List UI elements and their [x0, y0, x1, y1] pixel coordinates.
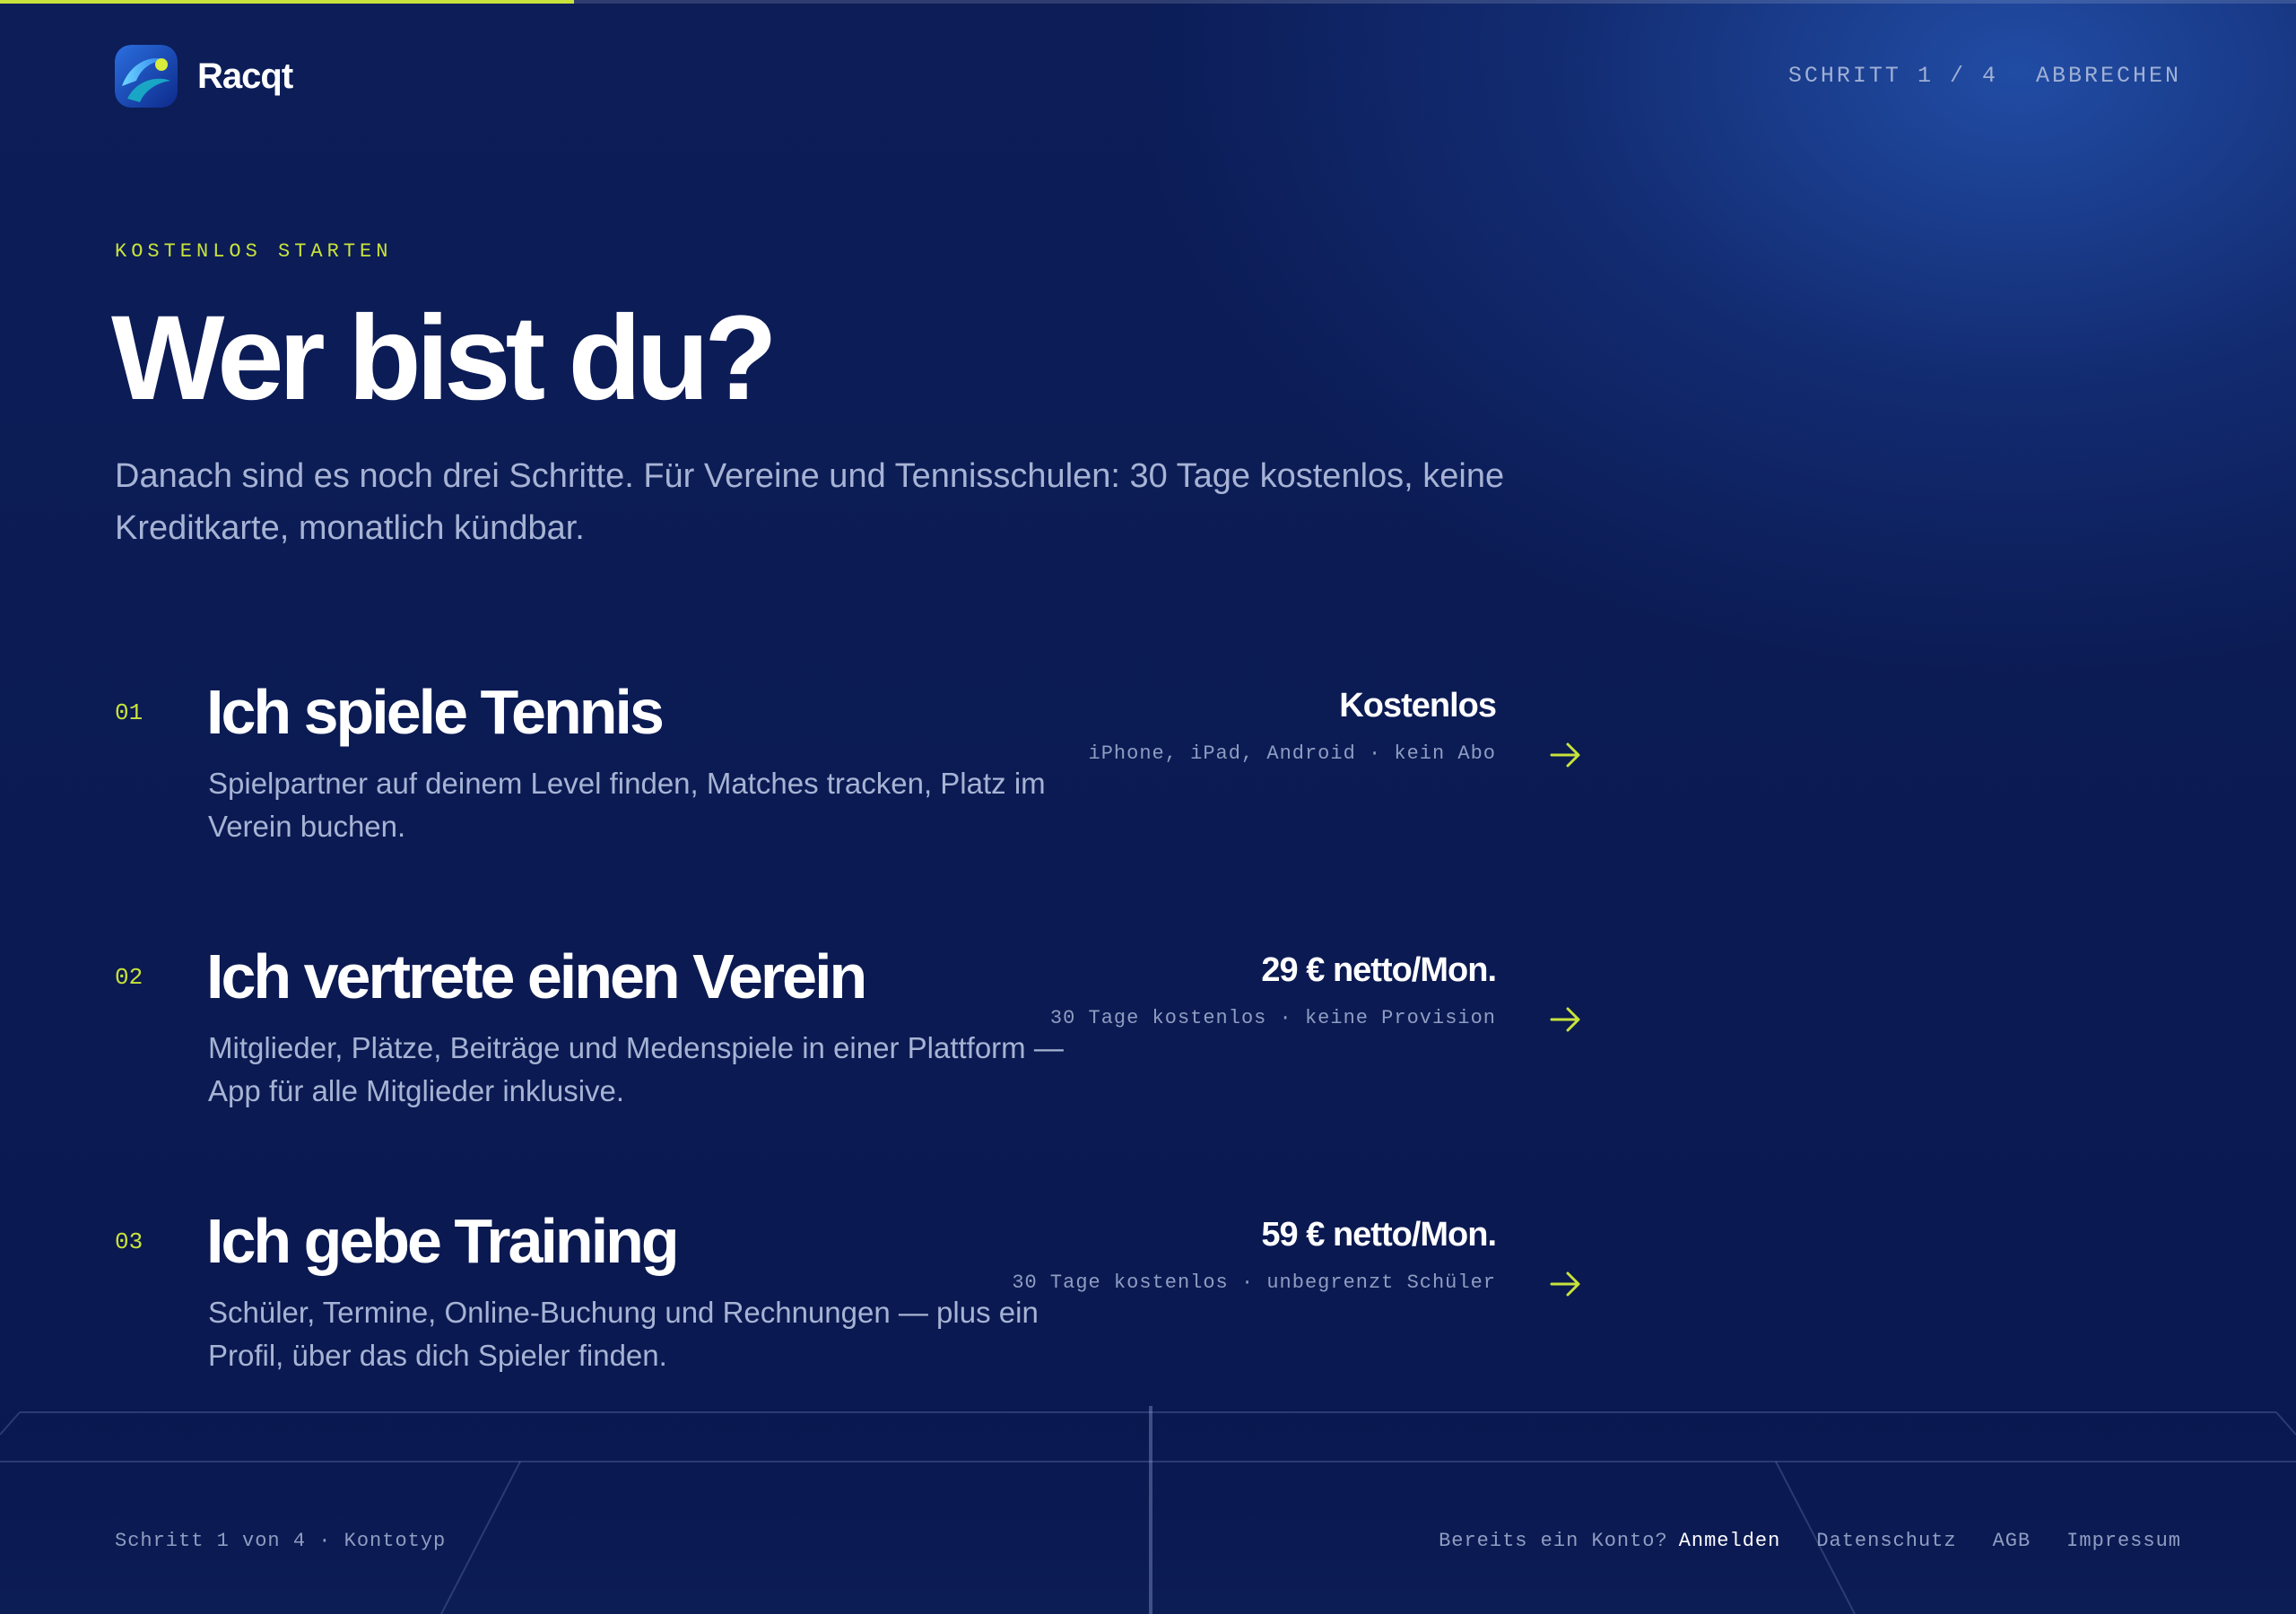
terms-link[interactable]: AGB	[1993, 1530, 2031, 1552]
step-indicator: SCHRITT 1 / 4	[1787, 63, 1998, 89]
option-club[interactable]: 02 Ich vertrete einen Verein Mitglieder,…	[0, 937, 1614, 1152]
arrow-right-icon[interactable]	[1548, 741, 1584, 769]
cancel-button[interactable]: ABBRECHEN	[2036, 63, 2181, 89]
option-player[interactable]: 01 Ich spiele Tennis Spielpartner auf de…	[0, 672, 1614, 888]
option-coach[interactable]: 03 Ich gebe Training Schüler, Termine, O…	[0, 1202, 1614, 1417]
account-question: Bereits ein Konto?	[1439, 1530, 1668, 1552]
option-description: Mitglieder, Plätze, Beiträge und Medensp…	[208, 1031, 1064, 1107]
onboarding-page: Racqt SCHRITT 1 / 4 ABBRECHEN KOSTENLOS …	[0, 0, 2296, 1614]
footer-step-status: Schritt 1 von 4 · Kontotyp	[115, 1530, 447, 1552]
option-description: Spielpartner auf deinem Level finden, Ma…	[208, 767, 1046, 843]
brand-name: Racqt	[197, 56, 293, 96]
option-number: 01	[115, 699, 144, 726]
option-meta: 30 Tage kostenlos · keine Provision	[1049, 1007, 1496, 1029]
option-price: 29 € netto/Mon.	[1261, 951, 1497, 989]
option-title: Ich gebe Training	[206, 1206, 680, 1276]
option-title: Ich vertrete einen Verein	[206, 941, 867, 1011]
imprint-link[interactable]: Impressum	[2066, 1530, 2181, 1552]
option-title: Ich spiele Tennis	[206, 677, 665, 747]
court-lines-decoration	[0, 1406, 2296, 1614]
brand-logo[interactable]: Racqt	[115, 45, 293, 108]
page-title: Wer bist du?	[111, 291, 778, 425]
arrow-right-icon[interactable]	[1548, 1270, 1584, 1298]
option-price: 59 € netto/Mon.	[1261, 1216, 1497, 1254]
privacy-link[interactable]: Datenschutz	[1816, 1530, 1956, 1552]
login-link[interactable]: Anmelden	[1679, 1530, 1781, 1552]
eyebrow-label: KOSTENLOS STARTEN	[115, 240, 393, 263]
racqt-logo-icon	[115, 45, 178, 108]
page-subtitle: Danach sind es noch drei Schritte. Für V…	[115, 457, 1505, 547]
option-description: Schüler, Termine, Online-Buchung und Rec…	[208, 1296, 1039, 1372]
progress-bar-fill	[0, 0, 574, 4]
header-actions: SCHRITT 1 / 4 ABBRECHEN	[1788, 63, 2181, 89]
option-meta: iPhone, iPad, Android · kein Abo	[1088, 742, 1496, 765]
option-number: 03	[115, 1228, 144, 1255]
progress-bar	[0, 0, 2296, 4]
arrow-right-icon[interactable]	[1548, 1005, 1584, 1034]
option-price: Kostenlos	[1339, 687, 1497, 725]
footer-links: Bereits ein Konto? Anmelden Datenschutz …	[1439, 1530, 2181, 1552]
option-number: 02	[115, 964, 144, 991]
option-meta: 30 Tage kostenlos · unbegrenzt Schüler	[1012, 1271, 1496, 1294]
